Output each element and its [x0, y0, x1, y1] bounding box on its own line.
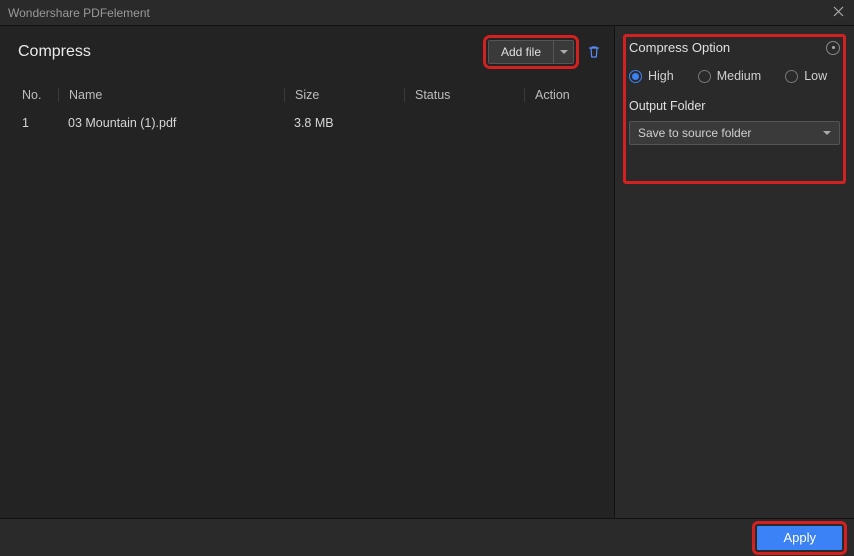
radio-ring-icon — [785, 70, 798, 83]
cell-size: 3.8 MB — [284, 116, 404, 130]
radio-low[interactable]: Low — [785, 69, 827, 83]
table-header: No. Name Size Status Action — [18, 82, 604, 108]
radio-low-label: Low — [804, 69, 827, 83]
app-title: Wondershare PDFelement — [8, 6, 150, 20]
page-title: Compress — [18, 43, 91, 61]
cell-no: 1 — [18, 116, 58, 130]
apply-button[interactable]: Apply — [757, 526, 842, 550]
compress-option-title: Compress Option — [629, 40, 730, 55]
clear-list-button[interactable] — [584, 42, 604, 62]
main-header: Compress Add file — [18, 40, 604, 64]
radio-ring-icon — [629, 70, 642, 83]
output-folder-value: Save to source folder — [638, 126, 751, 140]
cell-status — [404, 116, 524, 130]
trash-icon — [586, 44, 602, 60]
content: Compress Add file No. Name Size Sta — [0, 26, 854, 518]
radio-ring-icon — [698, 70, 711, 83]
header-actions: Add file — [488, 40, 604, 64]
col-header-size: Size — [284, 88, 404, 102]
titlebar: Wondershare PDFelement — [0, 0, 854, 26]
footer: Apply — [0, 518, 854, 556]
output-folder-label: Output Folder — [629, 99, 840, 113]
cell-action — [524, 116, 604, 130]
collapse-icon[interactable] — [826, 41, 840, 55]
col-header-status: Status — [404, 88, 524, 102]
col-header-no: No. — [18, 88, 58, 102]
radio-high[interactable]: High — [629, 69, 674, 83]
close-icon[interactable] — [830, 6, 846, 20]
chevron-down-icon — [823, 131, 831, 135]
compress-option-header: Compress Option — [629, 40, 840, 55]
main-panel: Compress Add file No. Name Size Sta — [0, 26, 614, 518]
sidebar-panel: Compress Option High Medium Low Output F… — [614, 26, 854, 518]
output-folder-select[interactable]: Save to source folder — [629, 121, 840, 145]
col-header-name: Name — [58, 88, 284, 102]
radio-medium[interactable]: Medium — [698, 69, 761, 83]
chevron-down-icon — [560, 50, 568, 54]
col-header-action: Action — [524, 88, 604, 102]
add-file-dropdown-button[interactable] — [553, 41, 573, 63]
table-row[interactable]: 1 03 Mountain (1).pdf 3.8 MB — [18, 108, 604, 138]
radio-medium-label: Medium — [717, 69, 761, 83]
compress-level-group: High Medium Low — [629, 69, 840, 83]
add-file-group: Add file — [488, 40, 574, 64]
radio-high-label: High — [648, 69, 674, 83]
add-file-button[interactable]: Add file — [489, 41, 553, 63]
cell-name: 03 Mountain (1).pdf — [58, 116, 284, 130]
